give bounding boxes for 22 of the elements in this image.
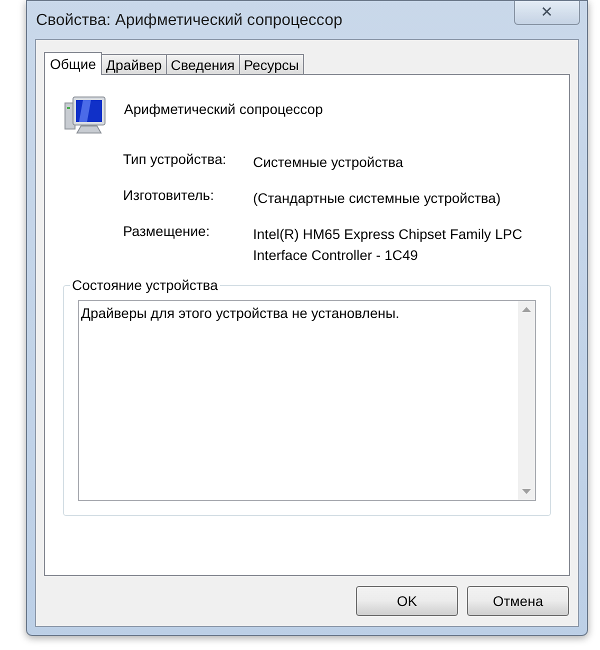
close-button[interactable]: ✕ [514, 1, 580, 25]
property-value: Системные устройства [253, 153, 404, 172]
property-value: (Стандартные системные устройства) [253, 189, 502, 208]
status-text-box[interactable]: Драйверы для этого устройства не установлены. [78, 300, 536, 501]
monitor-icon [63, 95, 107, 135]
property-label: Тип устройства: [123, 150, 228, 169]
tab[interactable]: Общие [44, 52, 102, 75]
status-text: Драйверы для этого устройства не установлены. [80, 304, 400, 323]
dialog-button[interactable]: OK [356, 586, 458, 616]
up-arrow-icon[interactable] [522, 307, 531, 312]
window-title: Свойства: Арифметический сопроцессор [36, 11, 342, 31]
dialog-button[interactable]: Отмена [467, 586, 569, 616]
device-name: Арифметический сопроцессор [124, 100, 323, 119]
down-arrow-icon[interactable] [522, 489, 531, 494]
tab[interactable]: Ресурсы [240, 54, 304, 74]
tab[interactable]: Сведения [166, 54, 240, 74]
tab[interactable]: Драйвер [102, 54, 167, 74]
property-value: Intel(R) HM65 Express Chipset Family LPC [253, 225, 524, 244]
property-value: Interface Controller - 1C49 [253, 246, 419, 265]
scrollbar[interactable] [518, 301, 535, 500]
property-label: Изготовитель: [123, 186, 215, 205]
property-label: Размещение: [123, 222, 211, 241]
